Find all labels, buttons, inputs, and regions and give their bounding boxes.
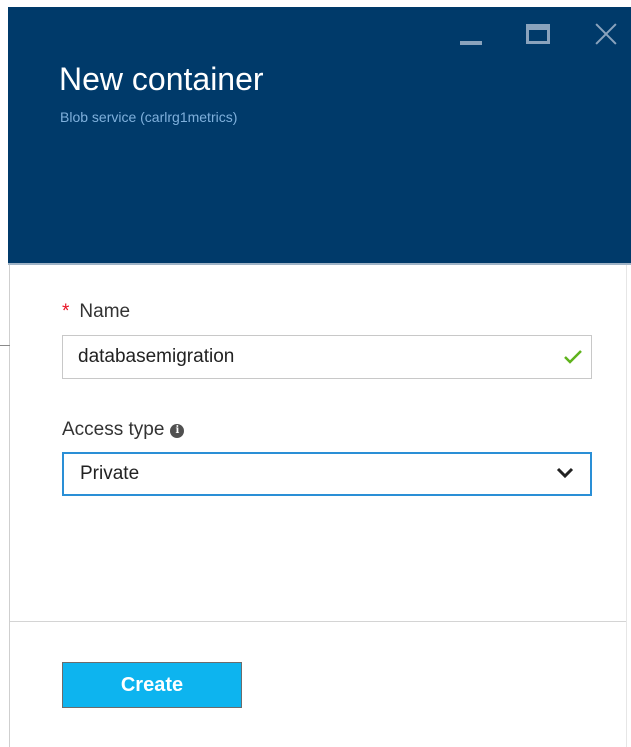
minimize-button[interactable]: [456, 19, 486, 49]
blade-header: New container Blob service (carlrg1metri…: [8, 7, 631, 265]
minimize-icon: [460, 41, 482, 45]
required-marker: *: [62, 301, 70, 322]
new-container-blade: New container Blob service (carlrg1metri…: [0, 0, 631, 747]
info-icon[interactable]: i: [170, 424, 185, 438]
name-label-text: Name: [79, 301, 131, 322]
close-icon: [595, 23, 617, 45]
header-divider: [8, 263, 631, 265]
left-tick: [0, 345, 10, 346]
left-border: [9, 264, 10, 747]
blade-title: New container: [59, 61, 264, 97]
access-type-label: Access type i: [62, 419, 185, 441]
check-icon: [564, 350, 582, 364]
close-button[interactable]: [591, 19, 621, 49]
right-border: [626, 264, 627, 747]
chevron-down-icon[interactable]: [556, 466, 574, 480]
maximize-icon: [526, 24, 550, 44]
maximize-button[interactable]: [523, 19, 553, 49]
footer-divider: [10, 621, 626, 622]
name-field-label: * Name: [62, 301, 130, 323]
access-type-select[interactable]: Private: [62, 452, 592, 496]
create-button[interactable]: Create: [62, 662, 242, 708]
name-input[interactable]: databasemigration: [62, 335, 592, 379]
access-type-label-text: Access type: [62, 419, 165, 440]
blade-subtitle: Blob service (carlrg1metrics): [60, 109, 238, 125]
